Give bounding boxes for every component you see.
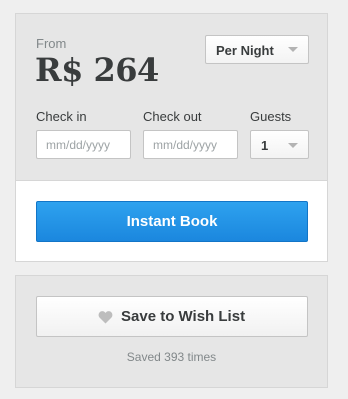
checkin-placeholder: mm/dd/yyyy (46, 138, 111, 152)
chevron-down-icon (288, 143, 298, 148)
checkout-placeholder: mm/dd/yyyy (153, 138, 218, 152)
booking-actions: Instant Book (16, 180, 327, 261)
instant-book-button[interactable]: Instant Book (36, 201, 308, 242)
wishlist-button-label: Save to Wish List (121, 308, 246, 325)
from-label: From (36, 36, 67, 51)
checkin-date-input[interactable]: mm/dd/yyyy (36, 130, 131, 159)
checkout-date-input[interactable]: mm/dd/yyyy (143, 130, 238, 159)
saved-count-text: Saved 393 times (126, 350, 217, 364)
booking-details: From R$ 264 Per Night Check in Check out… (16, 14, 327, 180)
rate-period-value: Per Night (216, 43, 274, 58)
price: R$ 264 (35, 51, 159, 89)
rate-period-select[interactable]: Per Night (205, 35, 309, 64)
heart-icon (98, 311, 113, 324)
chevron-down-icon (288, 47, 298, 52)
wishlist-panel: Save to Wish List Saved 393 times (15, 275, 328, 388)
checkin-label: Check in (36, 109, 87, 124)
booking-panel: From R$ 264 Per Night Check in Check out… (15, 13, 328, 262)
save-to-wishlist-button[interactable]: Save to Wish List (36, 296, 308, 337)
guests-select[interactable]: 1 (250, 130, 309, 159)
guests-value: 1 (261, 138, 269, 153)
guests-label: Guests (250, 109, 292, 124)
checkout-label: Check out (143, 109, 202, 124)
